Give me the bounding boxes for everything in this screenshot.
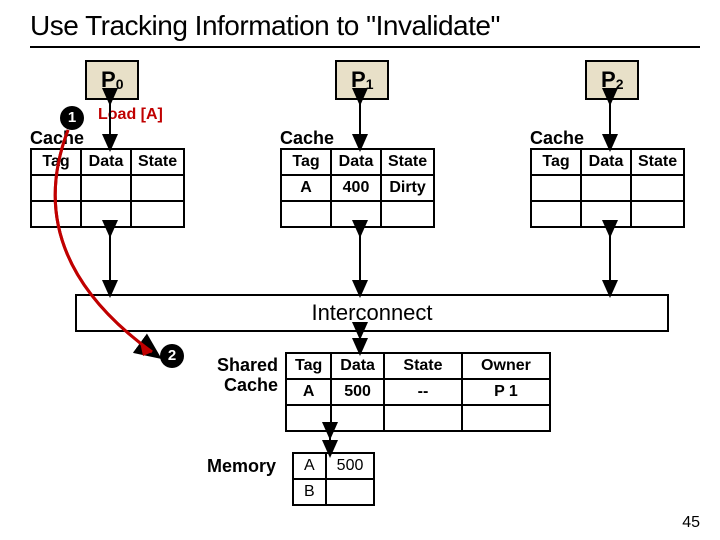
cache1-table: TagDataState A400Dirty xyxy=(280,148,435,228)
diagram-stage: P0 P1 P2 1 Load [A] Cache Cache Cache Ta… xyxy=(30,56,700,516)
step-2-badge: 2 xyxy=(160,344,184,368)
cache0-label: Cache xyxy=(30,128,84,149)
processor-p0: P0 xyxy=(85,60,139,100)
processor-p2: P2 xyxy=(585,60,639,100)
load-a-label: Load [A] xyxy=(98,106,163,124)
step-1-badge: 1 xyxy=(60,106,84,130)
cache2-table: TagDataState xyxy=(530,148,685,228)
processor-p1: P1 xyxy=(335,60,389,100)
memory-table: A500 B xyxy=(292,452,375,506)
cache2-label: Cache xyxy=(530,128,584,149)
shared-cache-label: Shared Cache xyxy=(198,356,278,396)
memory-label: Memory xyxy=(196,456,276,477)
slide-number: 45 xyxy=(682,514,700,532)
cache1-label: Cache xyxy=(280,128,334,149)
arrows-overlay xyxy=(30,56,700,516)
slide-title: Use Tracking Information to "Invalidate" xyxy=(30,10,700,48)
shared-cache-table: Tag Data State Owner A 500 -- P 1 xyxy=(285,352,551,432)
interconnect-box: Interconnect xyxy=(75,294,669,332)
cache0-table: TagDataState xyxy=(30,148,185,228)
